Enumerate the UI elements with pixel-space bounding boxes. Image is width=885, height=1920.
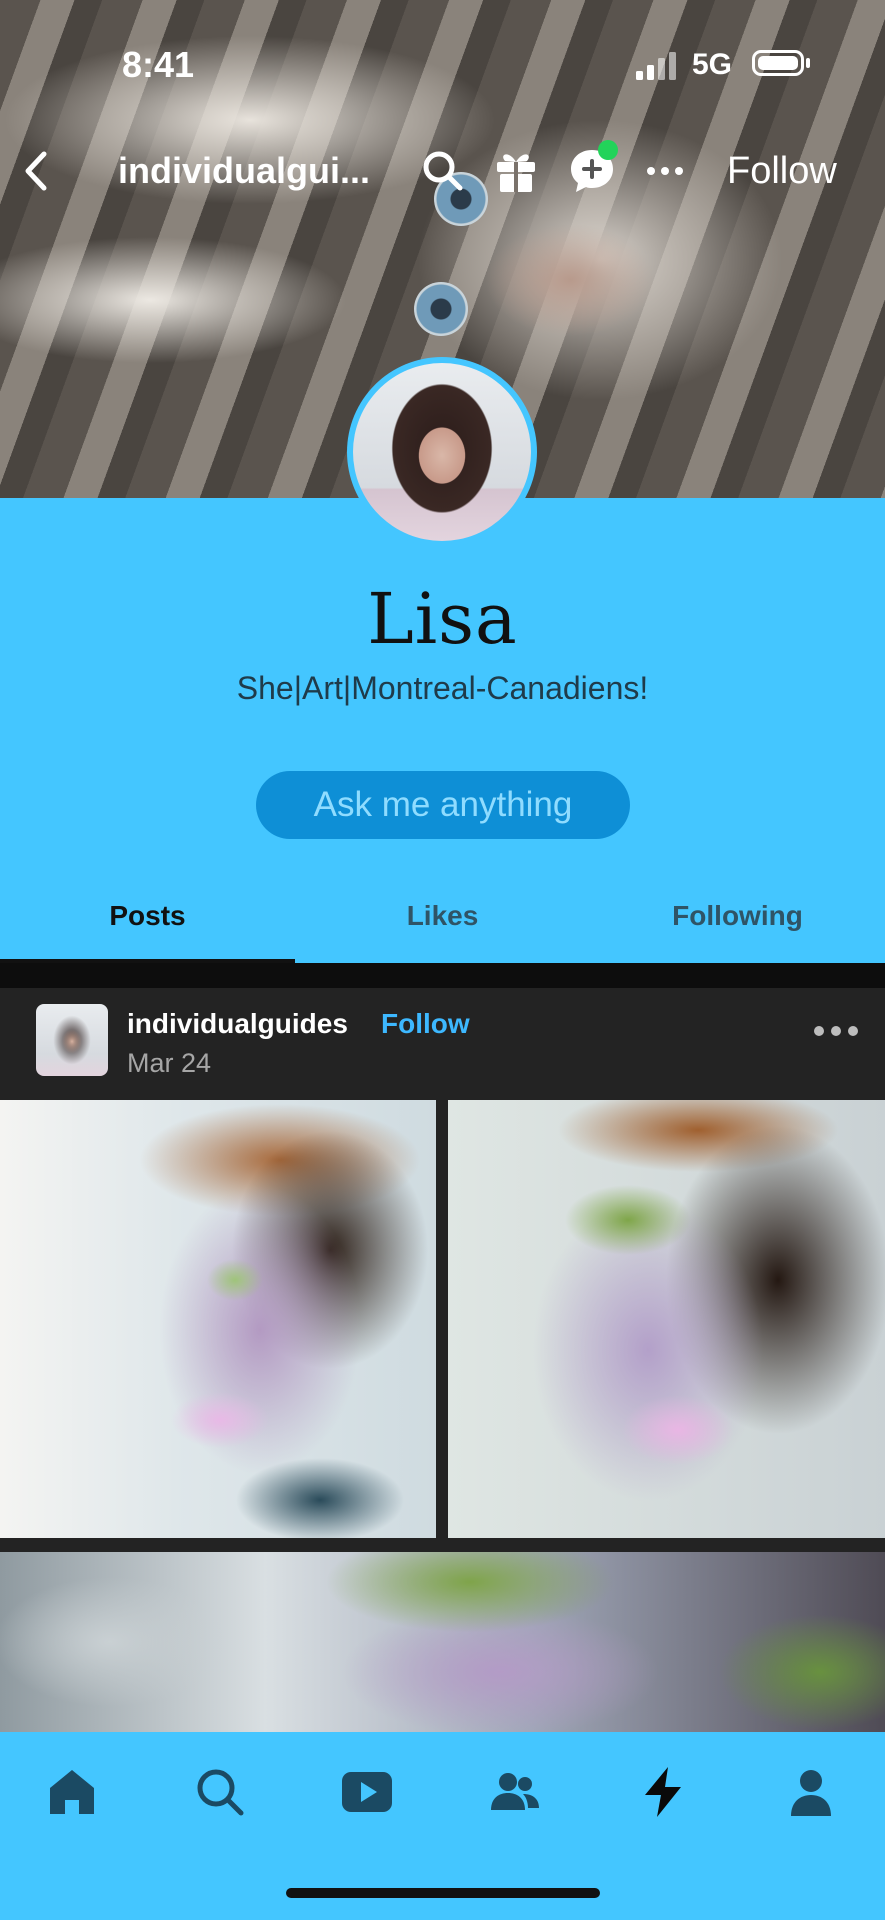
search-icon[interactable] xyxy=(192,1764,248,1820)
tab-posts[interactable]: Posts xyxy=(0,900,295,932)
blog-name: Lisa xyxy=(367,578,518,660)
ask-me-anything-button[interactable]: Ask me anything xyxy=(256,771,630,839)
activity-icon[interactable] xyxy=(635,1764,691,1820)
more-icon[interactable] xyxy=(640,146,690,196)
notification-dot xyxy=(598,140,618,160)
post-image-3[interactable] xyxy=(0,1552,885,1732)
blog-description: She|Art|Montreal-Canadiens! xyxy=(236,670,649,706)
profile-tabs: Posts Likes Following xyxy=(0,880,885,963)
signal-icon xyxy=(636,52,676,80)
tab-following[interactable]: Following xyxy=(590,900,885,932)
network-type: 5G xyxy=(692,48,733,81)
battery-icon xyxy=(752,50,804,76)
blog-title[interactable]: individualgui... xyxy=(118,150,370,192)
community-icon[interactable] xyxy=(487,1764,543,1820)
post-more-icon[interactable] xyxy=(812,1024,860,1038)
status-bar: 8:41 5G xyxy=(0,0,885,130)
post-image-1[interactable] xyxy=(0,1100,436,1538)
tab-likes[interactable]: Likes xyxy=(295,900,590,932)
avatar xyxy=(353,363,531,541)
follow-button[interactable]: Follow xyxy=(727,150,837,193)
post-image-2[interactable] xyxy=(448,1100,885,1538)
search-icon[interactable] xyxy=(418,146,468,196)
battery-nub xyxy=(806,58,810,68)
cat-eye-right xyxy=(414,282,468,336)
avatar-ring[interactable] xyxy=(347,357,537,547)
video-icon[interactable] xyxy=(339,1764,395,1820)
home-indicator xyxy=(286,1888,600,1898)
divider xyxy=(0,963,885,988)
top-nav: individualgui... Follow xyxy=(0,140,885,202)
post-follow-button[interactable]: Follow xyxy=(381,1008,470,1040)
post-date: Mar 24 xyxy=(127,1048,212,1078)
gift-icon[interactable] xyxy=(491,146,541,196)
account-icon[interactable] xyxy=(783,1764,839,1820)
home-icon[interactable] xyxy=(44,1764,100,1820)
back-chevron-icon[interactable] xyxy=(14,148,60,194)
post-avatar[interactable] xyxy=(36,1004,108,1076)
status-time: 8:41 xyxy=(122,44,195,85)
post-username[interactable]: individualguides xyxy=(127,1008,348,1040)
